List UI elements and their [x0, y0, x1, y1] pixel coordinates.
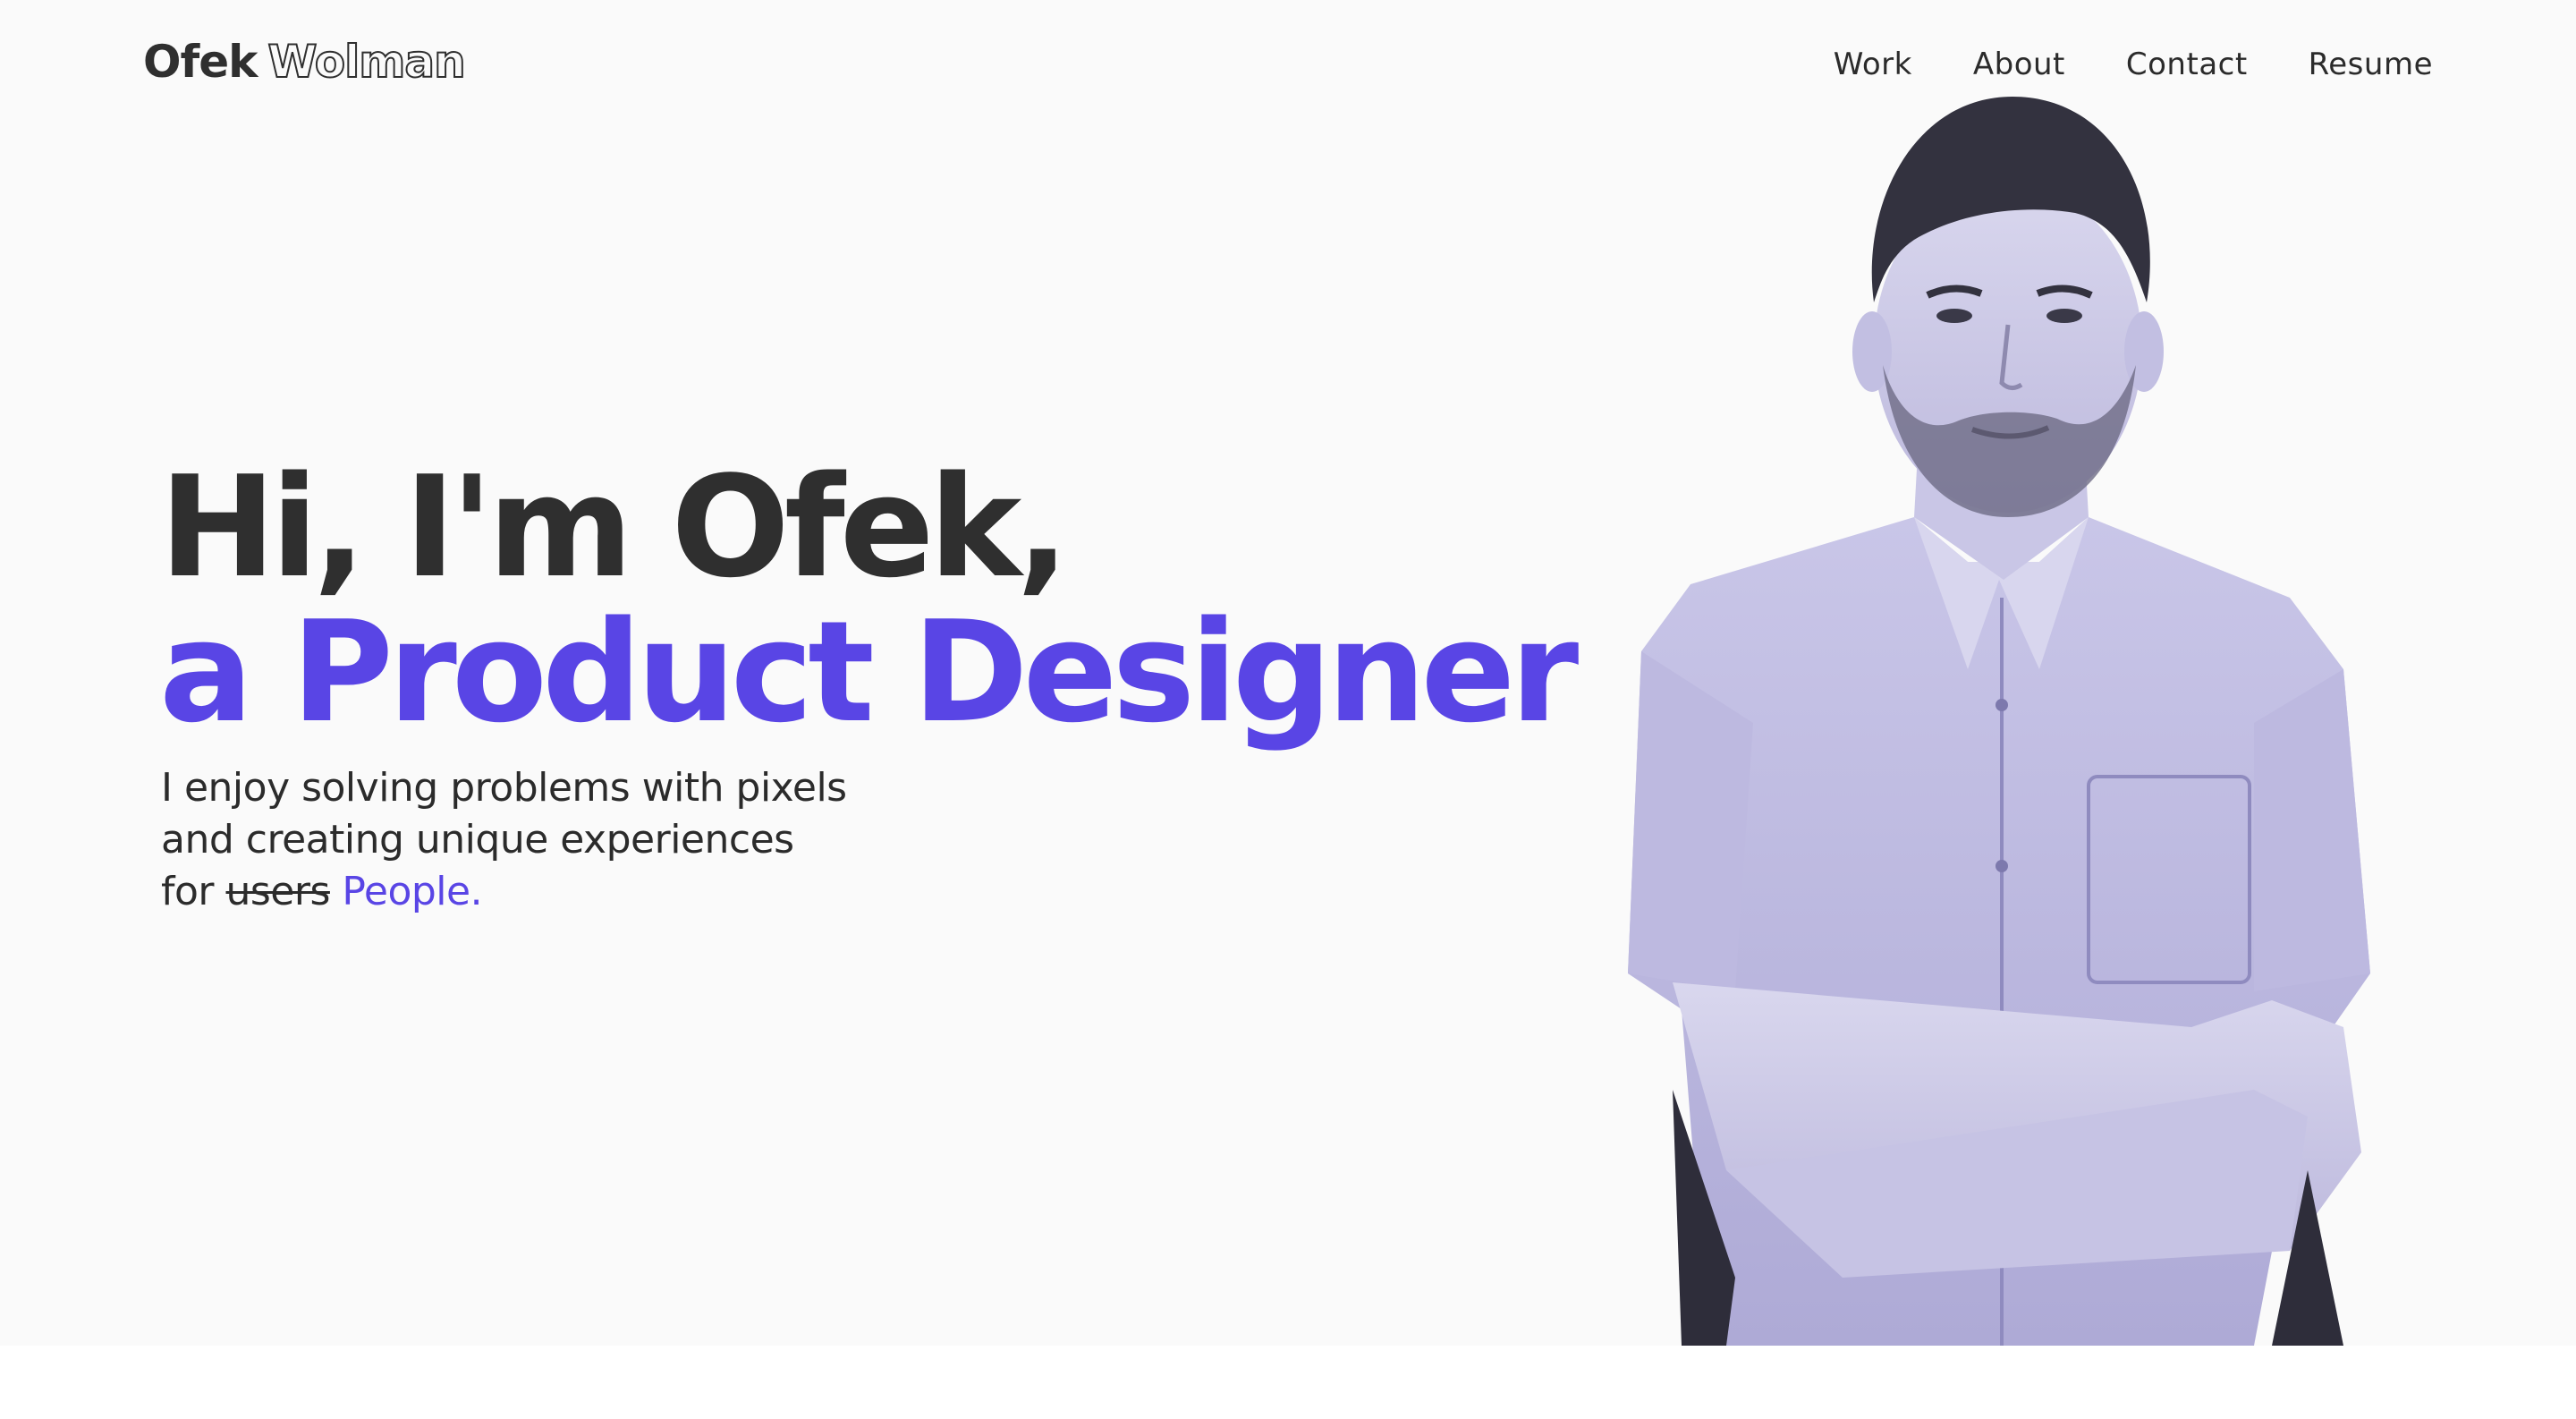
main-nav: Work About Contact Resume — [1834, 47, 2433, 82]
nav-link-about[interactable]: About — [1973, 47, 2065, 82]
tagline-line-1: I enjoy solving problems with pixels — [161, 765, 847, 811]
tagline-accent-word: People. — [342, 869, 483, 914]
nav-link-work[interactable]: Work — [1834, 47, 1912, 82]
site-logo[interactable]: Ofek Wolman — [143, 35, 467, 89]
tagline-for: for — [161, 869, 215, 914]
hero-tagline: I enjoy solving problems with pixels and… — [161, 762, 966, 918]
nav-link-resume[interactable]: Resume — [2309, 47, 2433, 82]
nav-link-contact[interactable]: Contact — [2126, 47, 2248, 82]
hero-headline: Hi, I'm Ofek, a Product Designer — [159, 446, 1579, 753]
tagline-line-3: for users People. — [161, 866, 966, 918]
headline-greeting: Hi, I'm Ofek, — [159, 446, 1070, 608]
page-below-hero — [0, 1346, 2576, 1419]
hero-section: Ofek Wolman Work About Contact Resume Hi,… — [0, 0, 2576, 1346]
tagline-struck-word: users — [225, 869, 331, 914]
logo-first-name: Ofek — [143, 36, 258, 88]
portrait-image — [1628, 97, 2370, 1346]
headline-role: a Product Designer — [159, 591, 1579, 753]
logo-last-name: Wolman — [267, 35, 466, 89]
tagline-line-2: and creating unique experiences — [161, 817, 794, 862]
